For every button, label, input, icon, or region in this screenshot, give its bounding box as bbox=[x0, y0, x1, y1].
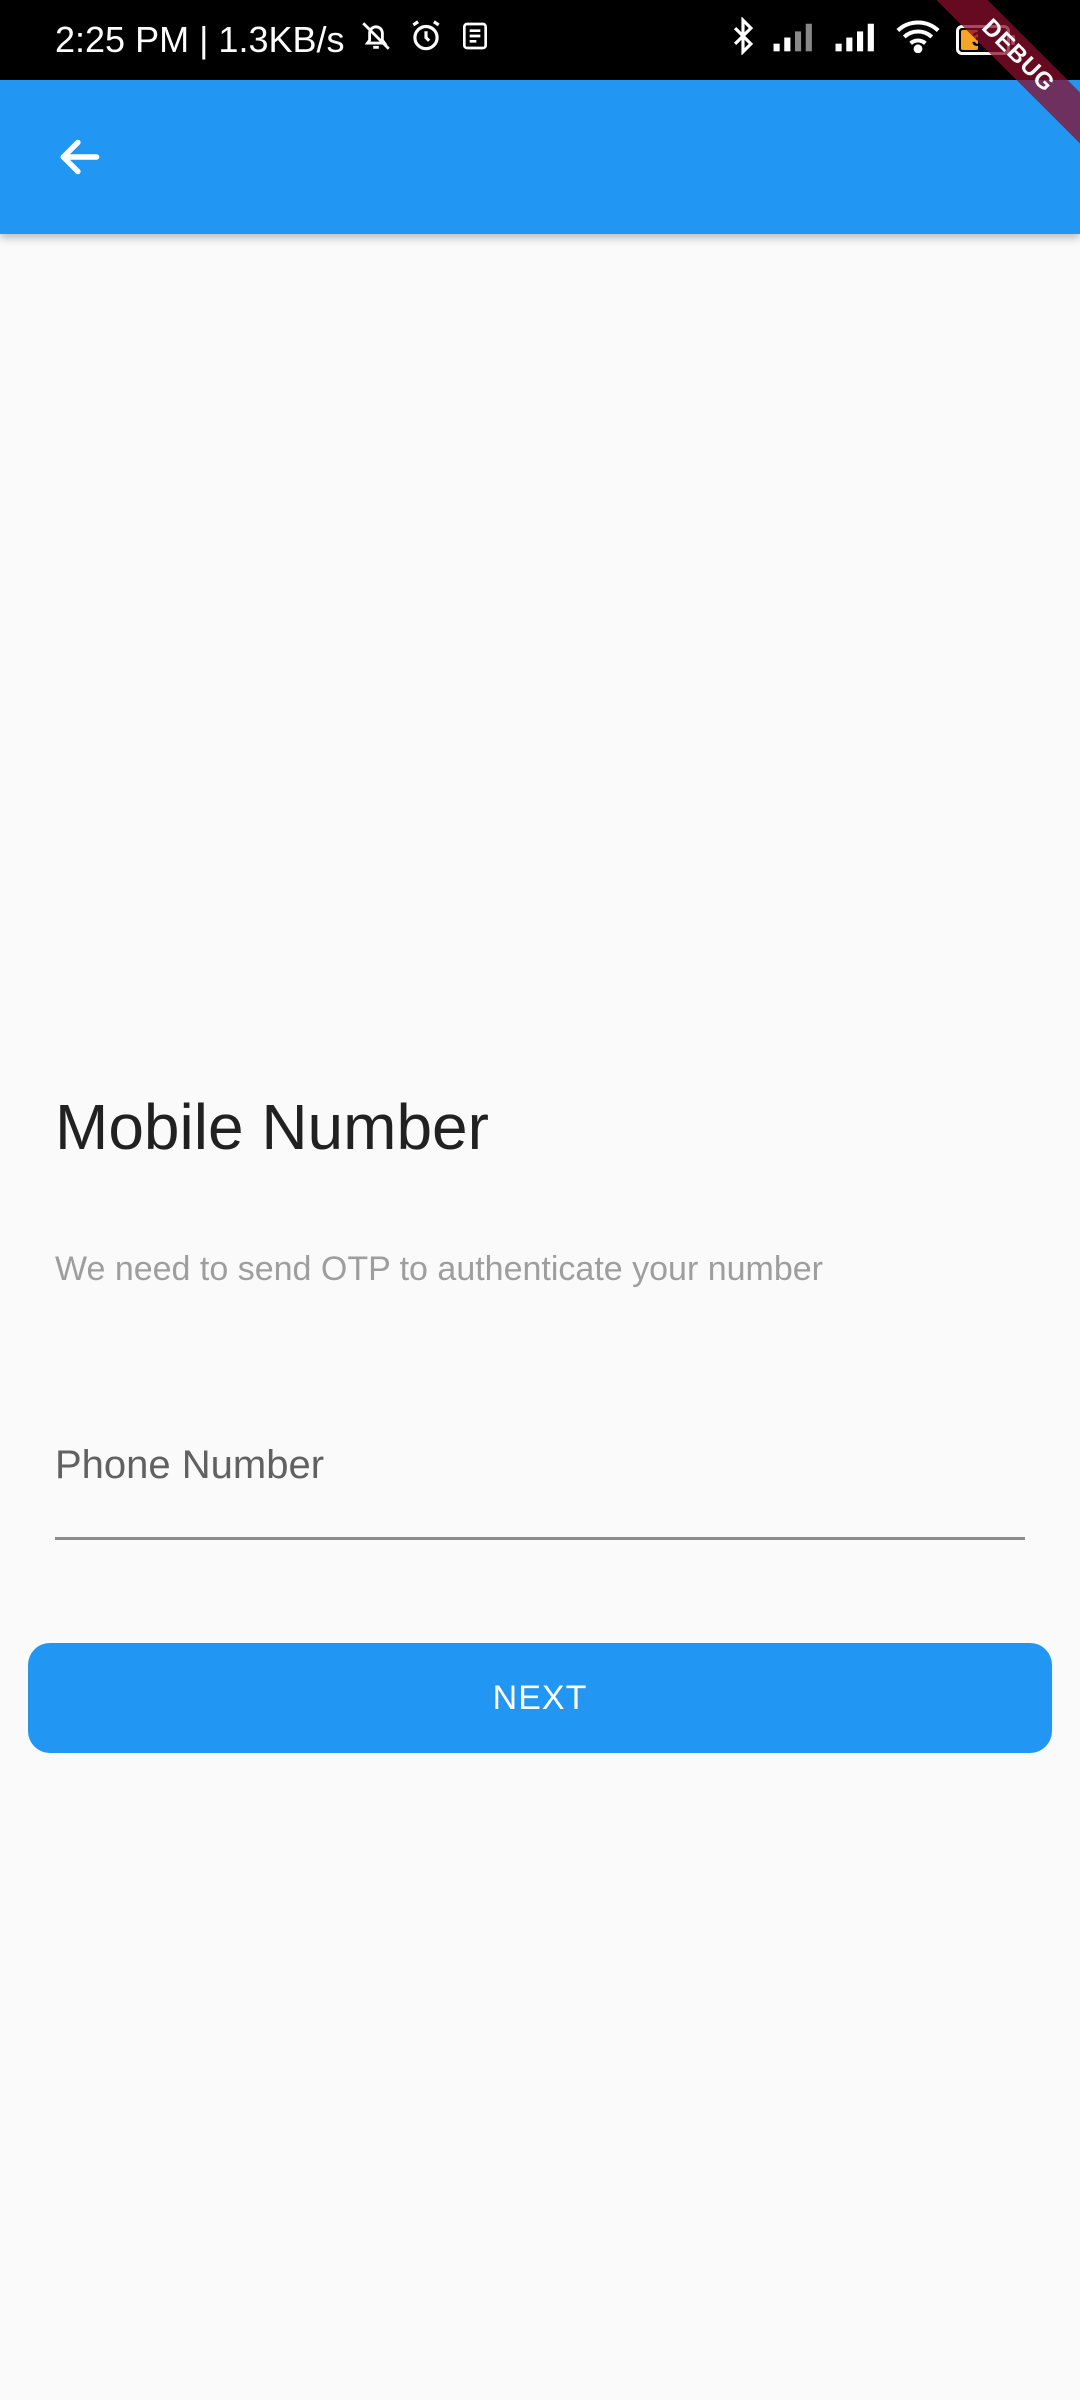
page-title: Mobile Number bbox=[55, 1091, 489, 1163]
arrow-left-icon bbox=[60, 139, 100, 175]
wifi-icon bbox=[896, 19, 940, 62]
news-icon bbox=[459, 19, 491, 61]
status-left: 2:25 PM | 1.3KB/s bbox=[55, 0, 491, 80]
battery-level: 39 bbox=[971, 29, 995, 51]
battery-icon: 39 bbox=[956, 25, 1015, 55]
page-subtitle: We need to send OTP to authenticate your… bbox=[55, 1250, 823, 1288]
screen: 2:25 PM | 1.3KB/s 39 DEBUG Mobile Number… bbox=[0, 0, 1080, 2400]
phone-number-field bbox=[55, 1420, 1025, 1540]
next-button[interactable]: NEXT bbox=[28, 1643, 1052, 1753]
status-bar: 2:25 PM | 1.3KB/s 39 bbox=[0, 0, 1080, 80]
alarm-clock-icon bbox=[407, 17, 445, 64]
phone-number-input[interactable] bbox=[55, 1420, 1025, 1537]
signal-1-icon bbox=[772, 19, 818, 61]
bluetooth-icon bbox=[730, 15, 756, 64]
status-time: 2:25 PM | 1.3KB/s bbox=[55, 19, 345, 60]
back-button[interactable] bbox=[40, 117, 120, 197]
app-bar bbox=[0, 80, 1080, 234]
signal-2-icon bbox=[834, 19, 880, 61]
status-right: 39 bbox=[730, 0, 1015, 80]
bell-muted-icon bbox=[359, 18, 393, 63]
